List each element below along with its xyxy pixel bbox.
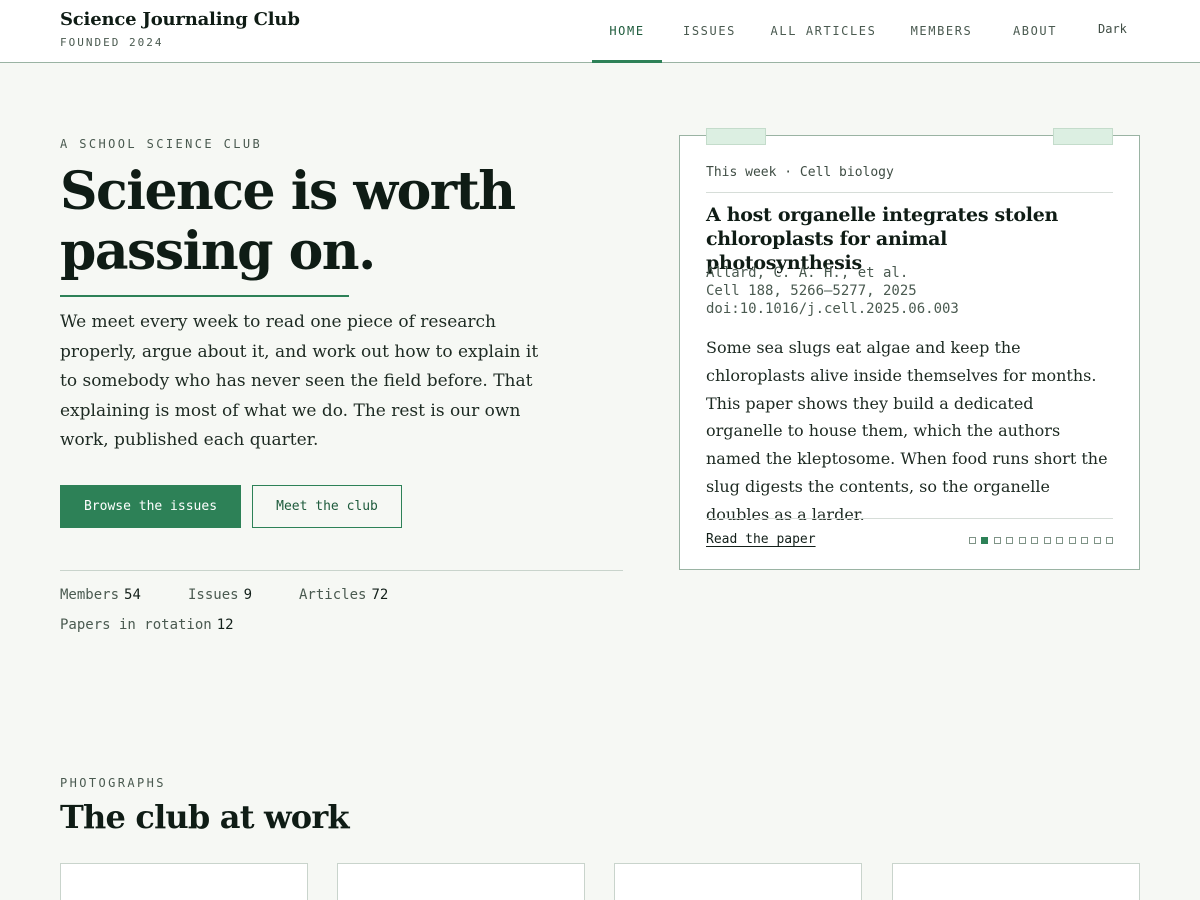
hero-eyebrow: A SCHOOL SCIENCE CLUB: [60, 137, 263, 151]
citation-authors: Allard, C. A. H., et al.: [706, 265, 909, 281]
pager-dot[interactable]: [1093, 537, 1101, 544]
hero-title-line-1: Science is worth: [60, 161, 516, 222]
pager-dot[interactable]: [1043, 537, 1051, 544]
stat-label: Members: [60, 587, 120, 603]
stat-label: Articles: [299, 587, 367, 603]
stat-members: Members 54: [60, 587, 141, 603]
brand-founded: FOUNDED 2024: [60, 36, 164, 49]
stat-label: Issues: [188, 587, 239, 603]
stat-value: 72: [371, 587, 389, 603]
pager-dot[interactable]: [993, 537, 1001, 544]
card-divider: [706, 192, 1113, 193]
main-nav: HOME ISSUES ALL ARTICLES MEMBERS ABOUT: [592, 0, 1077, 63]
pager-dot[interactable]: [981, 537, 988, 544]
photo-frame[interactable]: [614, 863, 862, 900]
pager-dot[interactable]: [968, 537, 976, 544]
featured-paper-card: This week · Cell biology A host organell…: [679, 128, 1140, 570]
nav-about[interactable]: ABOUT: [993, 0, 1077, 62]
pager-dot[interactable]: [1006, 537, 1013, 544]
card-kicker: This week · Cell biology: [706, 165, 894, 180]
stat-value: 12: [216, 617, 234, 633]
photographs-title: The club at work: [60, 798, 350, 836]
hero-title-underline: [60, 295, 349, 297]
photo-frame[interactable]: [337, 863, 585, 900]
pager-dot[interactable]: [1081, 537, 1088, 544]
tape-decoration: [706, 128, 766, 145]
photo-frame[interactable]: [892, 863, 1140, 900]
tape-decoration: [1053, 128, 1113, 145]
photo-frame[interactable]: [60, 863, 308, 900]
nav-home[interactable]: HOME: [592, 0, 662, 63]
pager-dot[interactable]: [1018, 537, 1026, 544]
site-header: Science Journaling Club FOUNDED 2024 HOM…: [0, 0, 1200, 63]
stats-divider: [60, 570, 623, 571]
stat-issues: Issues 9: [188, 587, 252, 603]
pager-dot[interactable]: [1068, 537, 1076, 544]
hero-title-line-2: passing on.: [60, 221, 376, 282]
brand[interactable]: Science Journaling Club FOUNDED 2024: [60, 9, 300, 49]
brand-name: Science Journaling Club: [60, 9, 300, 30]
pager-dot[interactable]: [1056, 537, 1063, 544]
card-divider: [706, 518, 1113, 519]
nav-all-articles[interactable]: ALL ARTICLES: [757, 0, 890, 62]
carousel-pager: [968, 537, 1113, 544]
citation-journal: Cell 188, 5266–5277, 2025: [706, 283, 917, 299]
citation-doi: doi:10.1016/j.cell.2025.06.003: [706, 301, 959, 317]
hero-description: We meet every week to read one piece of …: [60, 312, 539, 450]
browse-issues-button[interactable]: Browse the issues: [60, 485, 241, 528]
card-citation: Allard, C. A. H., et al. Cell 188, 5266–…: [706, 264, 959, 318]
stat-label: Papers in rotation: [60, 617, 212, 633]
meet-club-button[interactable]: Meet the club: [252, 485, 402, 528]
theme-toggle-button[interactable]: Dark: [1098, 22, 1127, 36]
pager-dot[interactable]: [1031, 537, 1038, 544]
stat-articles: Articles 72: [299, 587, 388, 603]
hero-title: Science is worth passing on.: [60, 162, 620, 282]
stat-value: 54: [124, 587, 141, 603]
nav-members[interactable]: MEMBERS: [890, 0, 993, 62]
stat-papers-in-rotation: Papers in rotation 12: [60, 617, 234, 633]
stat-value: 9: [243, 587, 253, 603]
pager-dot[interactable]: [1106, 537, 1113, 544]
nav-issues[interactable]: ISSUES: [662, 0, 757, 62]
photographs-eyebrow: PHOTOGRAPHS: [60, 776, 166, 790]
read-paper-link[interactable]: Read the paper: [706, 532, 816, 547]
card-summary: Some sea slugs eat algae and keep the ch…: [706, 338, 1108, 524]
